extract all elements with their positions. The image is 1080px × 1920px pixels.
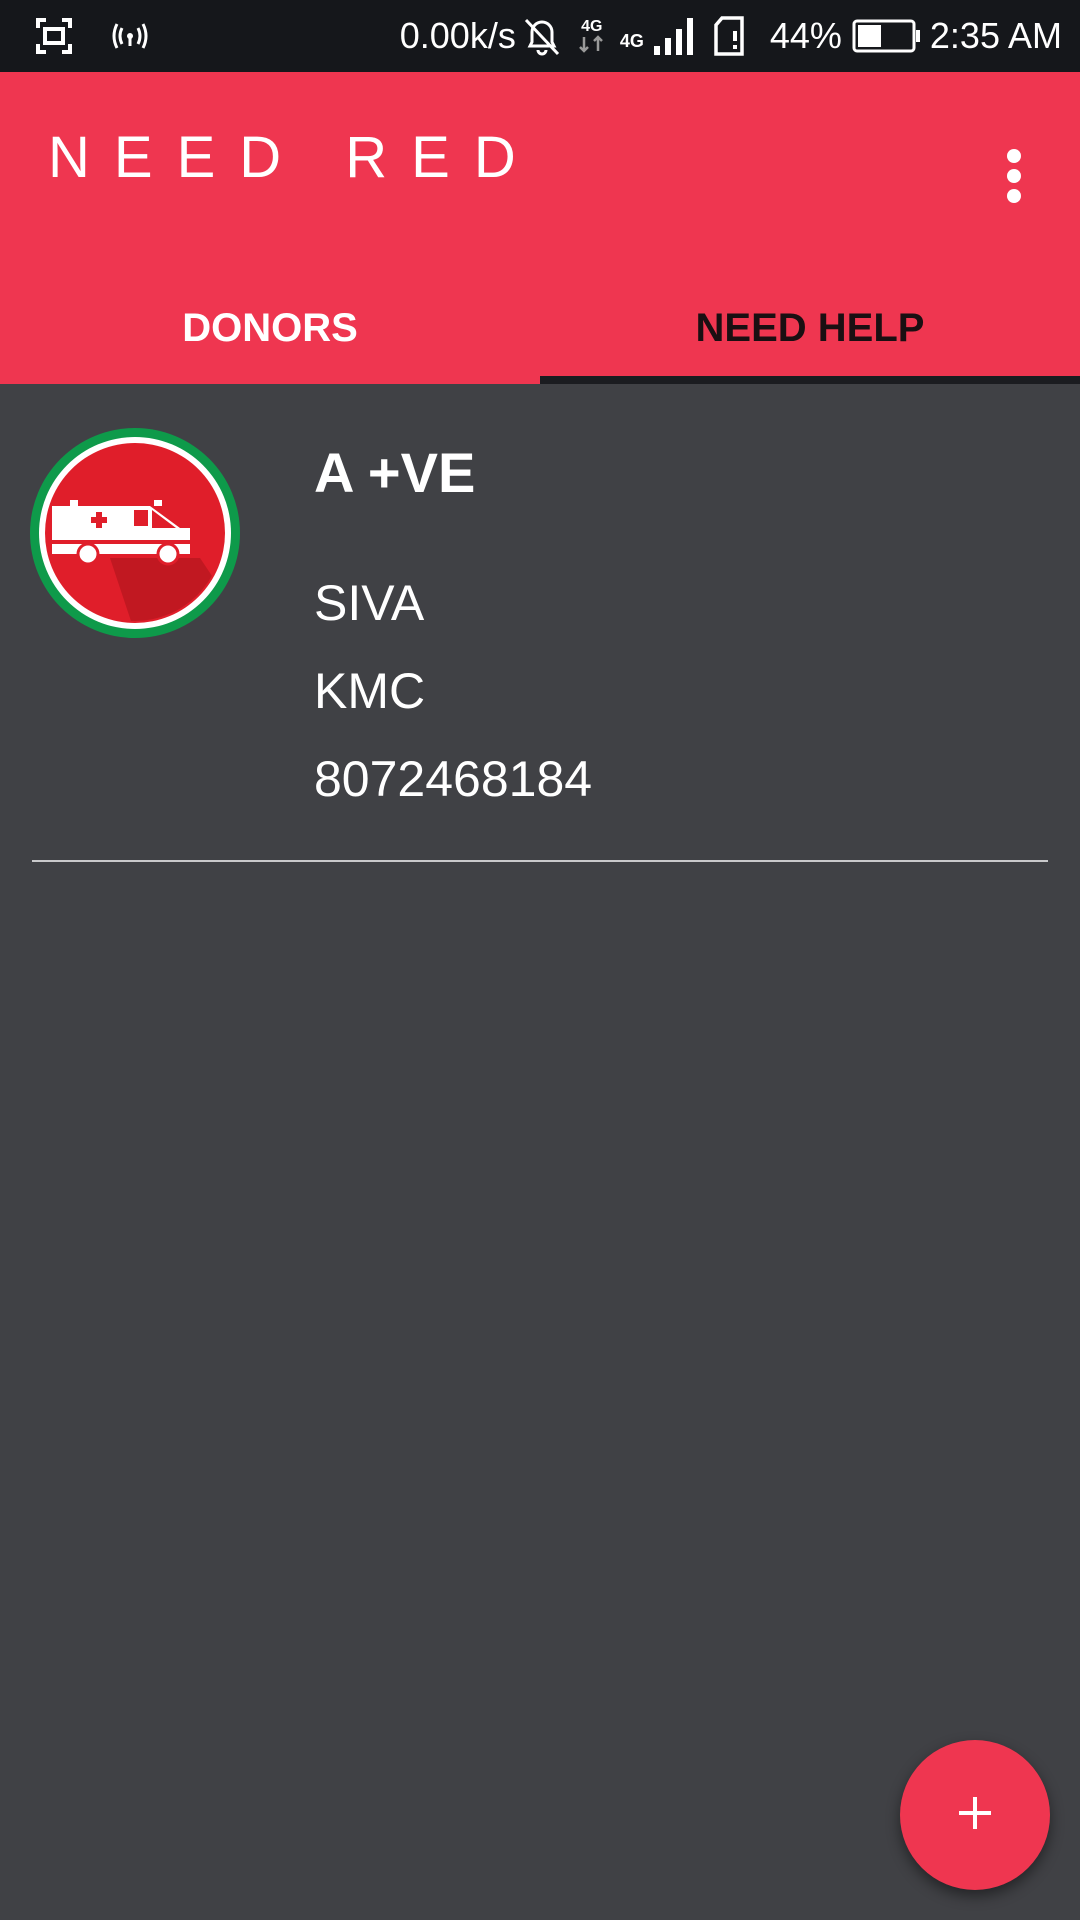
divider <box>32 860 1048 862</box>
tab-need-help[interactable]: NEED HELP <box>540 272 1080 384</box>
hotspot-icon <box>110 16 150 56</box>
app-bar: NEED RED DONORS NEED HELP <box>0 72 1080 384</box>
tab-bar: DONORS NEED HELP <box>0 272 1080 384</box>
blood-group: A +VE <box>314 441 476 504</box>
plus-icon <box>955 1793 995 1838</box>
screenshot-icon <box>34 16 74 56</box>
add-button[interactable] <box>900 1740 1050 1890</box>
net-label-1: 4G <box>581 18 603 35</box>
donor-phone: 8072468184 <box>314 751 593 807</box>
app-title: NEED RED <box>48 125 540 190</box>
more-vert-icon <box>1004 148 1024 209</box>
more-options-button[interactable] <box>984 126 1044 230</box>
net-speed: 0.00k/s <box>399 15 516 56</box>
donor-place: KMC <box>314 663 426 719</box>
clock: 2:35 AM <box>929 15 1062 56</box>
net-label-2: 4G <box>619 30 644 51</box>
data-4g-icon: 4G <box>578 19 606 53</box>
donor-name: SIVA <box>314 575 425 631</box>
list-item[interactable]: A +VE SIVA KMC 8072468184 <box>0 384 1080 862</box>
sim-card-icon <box>712 15 746 57</box>
bell-off-icon <box>522 14 562 58</box>
battery-percent: 44% <box>769 15 842 56</box>
tab-donors[interactable]: DONORS <box>0 272 540 384</box>
tab-indicator <box>540 376 1080 384</box>
ambulance-icon <box>30 428 240 638</box>
status-bar: 0.00k/s 4G 4G 44% 2:35 AM <box>0 0 1080 72</box>
signal-icon <box>652 16 696 56</box>
battery-icon <box>852 18 922 54</box>
